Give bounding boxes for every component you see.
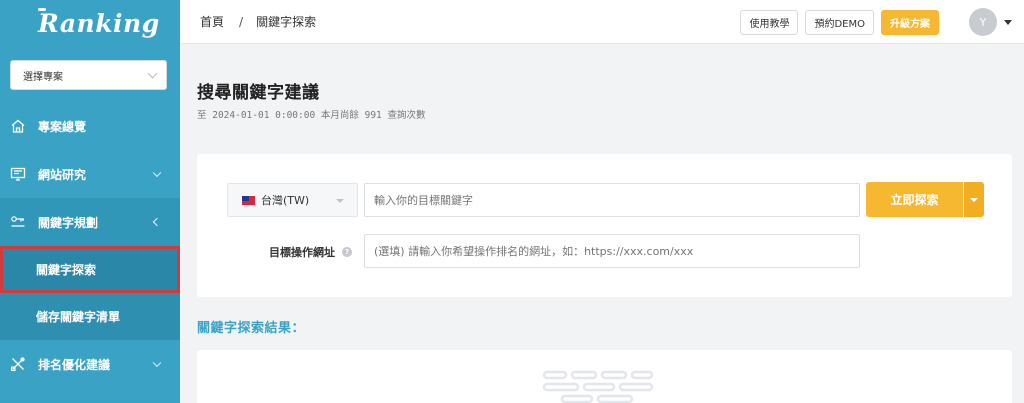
tutorial-button[interactable]: 使用教學 bbox=[740, 9, 799, 35]
results-title: 關鍵字探索結果： bbox=[197, 321, 306, 336]
avatar[interactable]: Y bbox=[969, 8, 997, 36]
keyword-input[interactable] bbox=[364, 183, 860, 217]
sidebar-subitem-saved-keywords[interactable]: 儲存關鍵字清單 bbox=[0, 293, 180, 340]
topbar: 首頁 / 關鍵字探索 使用教學 預約DEMO 升級方案 Y bbox=[180, 0, 1024, 44]
caret-down-icon[interactable] bbox=[1004, 19, 1012, 25]
chevron-down-icon bbox=[152, 358, 162, 368]
chevron-down-icon bbox=[147, 68, 158, 78]
monitor-icon bbox=[9, 165, 27, 183]
explore-button[interactable]: 立即探索 bbox=[866, 182, 963, 217]
explore-options-dropdown[interactable] bbox=[964, 182, 984, 217]
top-actions: 使用教學 預約DEMO 升級方案 Y bbox=[733, 0, 1024, 44]
breadcrumb-current: 關鍵字探索 bbox=[256, 15, 317, 29]
taiwan-flag-icon bbox=[242, 195, 255, 205]
upgrade-button[interactable]: 升級方案 bbox=[881, 9, 939, 35]
sidebar-item-site-research[interactable]: 網站研究 bbox=[0, 150, 180, 198]
search-card: 台灣(TW) 立即探索 目標操作網址 ? bbox=[197, 154, 1012, 297]
chevron-down-icon bbox=[152, 168, 162, 178]
project-select-value: 選擇專案 bbox=[23, 71, 63, 83]
sidebar-item-label: 網站研究 bbox=[38, 167, 87, 182]
breadcrumb-home[interactable]: 首頁 bbox=[200, 13, 224, 30]
sidebar: Ranking 選擇專案 專案總覽 網站研究 關鍵字規劃 關鍵字探索 儲存關鍵字… bbox=[0, 0, 180, 403]
sidebar-subitem-keyword-explore[interactable]: 關鍵字探索 bbox=[0, 246, 180, 293]
logo[interactable]: Ranking bbox=[0, 0, 180, 46]
logo-text: Ranking bbox=[38, 8, 160, 38]
sidebar-subitem-label: 關鍵字探索 bbox=[36, 263, 97, 277]
country-select-value: 台灣(TW) bbox=[261, 194, 310, 207]
country-select[interactable]: 台灣(TW) bbox=[227, 183, 358, 217]
url-label: 目標操作網址 ? bbox=[269, 244, 352, 260]
sidebar-item-keyword-planning[interactable]: 關鍵字規劃 bbox=[0, 198, 180, 246]
quota-text: 至 2024-01-01 0:00:00 本月尚餘 991 查詢次數 bbox=[197, 110, 426, 121]
help-icon[interactable]: ? bbox=[342, 247, 352, 257]
keyword-icon bbox=[9, 213, 27, 231]
breadcrumb-separator: / bbox=[239, 14, 244, 29]
url-label-text: 目標操作網址 bbox=[269, 246, 335, 259]
book-demo-button[interactable]: 預約DEMO bbox=[805, 9, 874, 35]
target-url-input[interactable] bbox=[364, 234, 860, 268]
sidebar-item-ranking-optimization[interactable]: 排名優化建議 bbox=[0, 340, 180, 388]
results-card bbox=[197, 350, 1012, 403]
home-icon bbox=[9, 117, 27, 135]
caret-down-icon bbox=[336, 199, 344, 203]
empty-state-icon bbox=[542, 370, 654, 403]
logo-mark bbox=[38, 8, 46, 11]
breadcrumb: 首頁 / 關鍵字探索 bbox=[200, 13, 316, 30]
sidebar-subitem-label: 儲存關鍵字清單 bbox=[36, 310, 121, 324]
page-title: 搜尋關鍵字建議 bbox=[197, 83, 320, 103]
sidebar-item-label: 專案總覽 bbox=[38, 119, 87, 134]
tools-icon bbox=[9, 355, 27, 373]
project-select[interactable]: 選擇專案 bbox=[10, 60, 167, 90]
sidebar-item-label: 排名優化建議 bbox=[38, 357, 111, 372]
sidebar-nav: 專案總覽 網站研究 關鍵字規劃 關鍵字探索 儲存關鍵字清單 排名優化建議 bbox=[0, 102, 180, 388]
chevron-left-icon bbox=[152, 217, 162, 227]
sidebar-item-overview[interactable]: 專案總覽 bbox=[0, 102, 180, 150]
sidebar-item-label: 關鍵字規劃 bbox=[38, 215, 99, 230]
